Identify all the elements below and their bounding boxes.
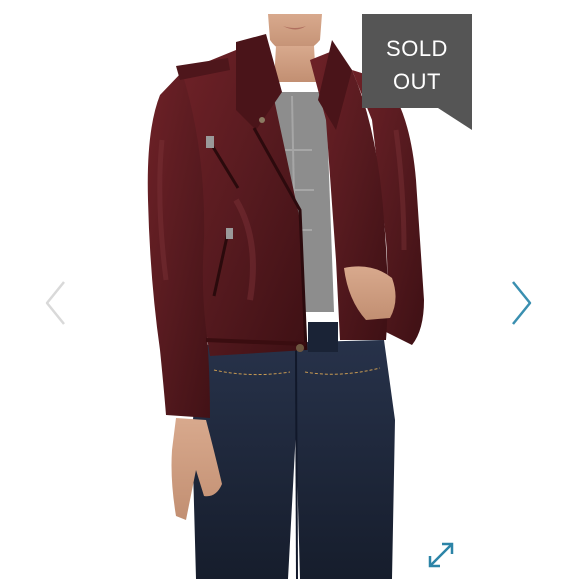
expand-image-button[interactable] bbox=[421, 535, 461, 575]
expand-arrows-icon bbox=[428, 542, 454, 568]
sold-out-badge: SOLD OUT bbox=[362, 14, 472, 132]
product-image-viewer: SOLD OUT bbox=[0, 0, 580, 579]
sold-out-text: SOLD OUT bbox=[362, 32, 472, 98]
previous-image-button[interactable] bbox=[38, 275, 72, 331]
product-photo bbox=[147, 14, 424, 579]
chevron-left-icon bbox=[45, 281, 65, 325]
sold-out-line-2: OUT bbox=[393, 69, 441, 94]
next-image-button[interactable] bbox=[505, 275, 539, 331]
sold-out-line-1: SOLD bbox=[386, 36, 448, 61]
model-jeans bbox=[192, 322, 395, 579]
chevron-right-icon bbox=[512, 281, 532, 325]
